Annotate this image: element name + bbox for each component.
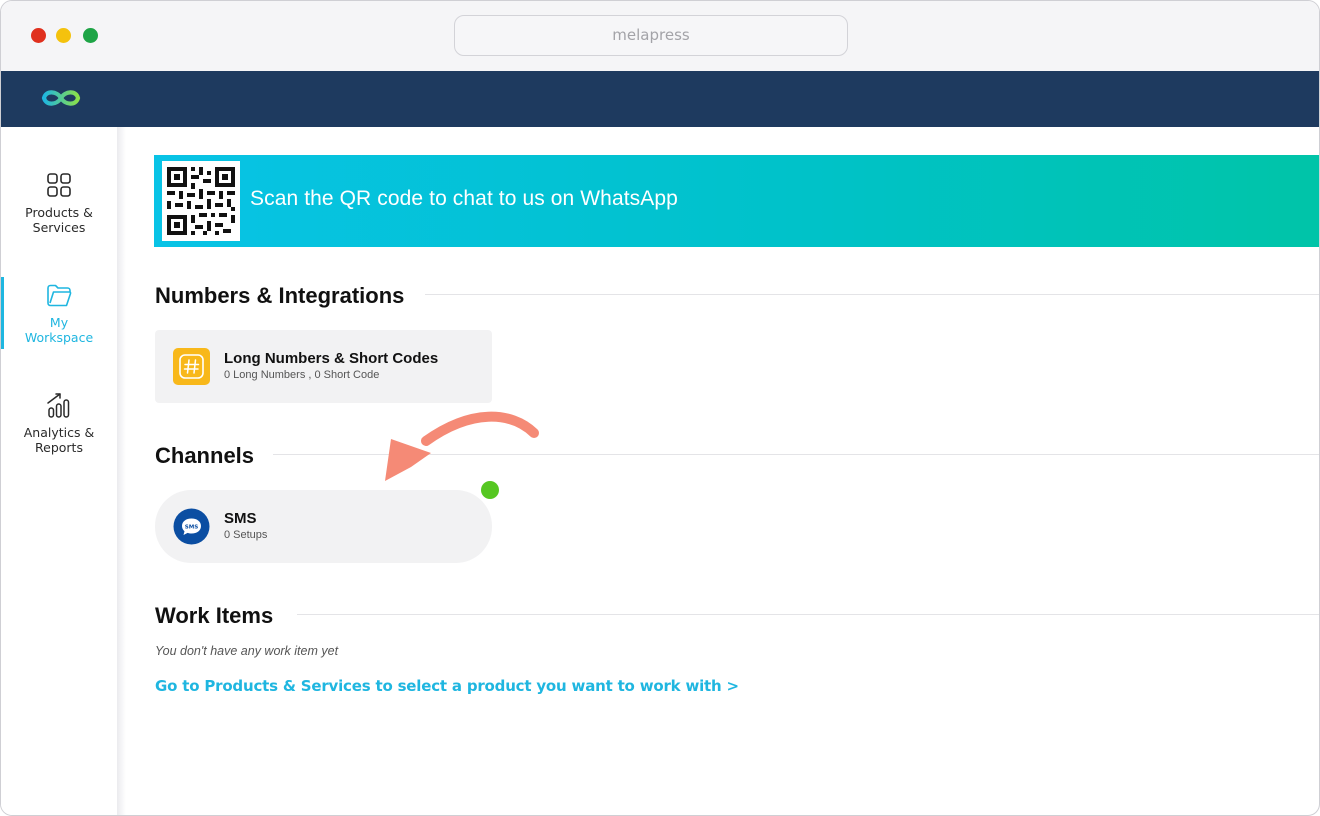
app-logo-icon[interactable] xyxy=(38,83,84,113)
section-divider xyxy=(425,294,1319,295)
section-divider xyxy=(297,614,1319,615)
browser-window: melapress Products & Services My Workspa… xyxy=(0,0,1320,816)
card-title: Long Numbers & Short Codes xyxy=(224,350,439,367)
close-window-button[interactable] xyxy=(31,28,46,43)
sidebar-item-label: My xyxy=(49,315,69,330)
folder-icon xyxy=(47,284,72,307)
grid-icon xyxy=(47,173,71,197)
sms-chat-icon: SMS xyxy=(173,508,210,545)
sidebar-item-analytics-reports[interactable]: Analytics & Reports xyxy=(1,391,117,455)
sidebar-item-products-services[interactable]: Products & Services xyxy=(1,171,117,235)
sidebar-divider xyxy=(117,127,126,815)
minimize-window-button[interactable] xyxy=(56,28,71,43)
sidebar-item-label: Analytics & xyxy=(23,425,95,440)
hash-icon xyxy=(173,348,210,385)
section-title-channels: Channels xyxy=(155,443,255,468)
sidebar-item-label: Workspace xyxy=(24,330,94,345)
sidebar-item-my-workspace[interactable]: My Workspace xyxy=(1,281,117,345)
browser-titlebar: melapress xyxy=(1,1,1319,71)
whatsapp-banner[interactable]: Scan the QR code to chat to us on WhatsA… xyxy=(154,155,1319,247)
status-indicator xyxy=(481,481,499,499)
banner-text: Scan the QR code to chat to us on WhatsA… xyxy=(250,187,678,210)
empty-state-text: You don't have any work item yet xyxy=(155,644,339,658)
go-to-products-link[interactable]: Go to Products & Services to select a pr… xyxy=(155,677,739,695)
app-header xyxy=(1,71,1319,127)
card-title: SMS xyxy=(224,510,257,527)
sidebar-item-label: Products & xyxy=(25,205,93,220)
long-numbers-card[interactable]: Long Numbers & Short Codes 0 Long Number… xyxy=(155,330,492,403)
sidebar-item-label: Reports xyxy=(35,440,83,455)
sidebar-item-label: Services xyxy=(32,220,86,235)
section-title-work-items: Work Items xyxy=(155,603,274,628)
maximize-window-button[interactable] xyxy=(83,28,98,43)
section-title-numbers-integrations: Numbers & Integrations xyxy=(155,283,405,308)
qr-code-icon xyxy=(162,161,240,241)
address-bar[interactable]: melapress xyxy=(454,15,848,56)
card-subtitle: 0 Setups xyxy=(224,529,268,541)
card-subtitle: 0 Long Numbers , 0 Short Code xyxy=(224,369,380,381)
svg-text:SMS: SMS xyxy=(185,524,199,530)
sms-channel-card[interactable]: SMS SMS 0 Setups xyxy=(155,490,492,563)
pointer-arrow-icon xyxy=(385,411,539,481)
bar-chart-icon xyxy=(47,393,70,418)
